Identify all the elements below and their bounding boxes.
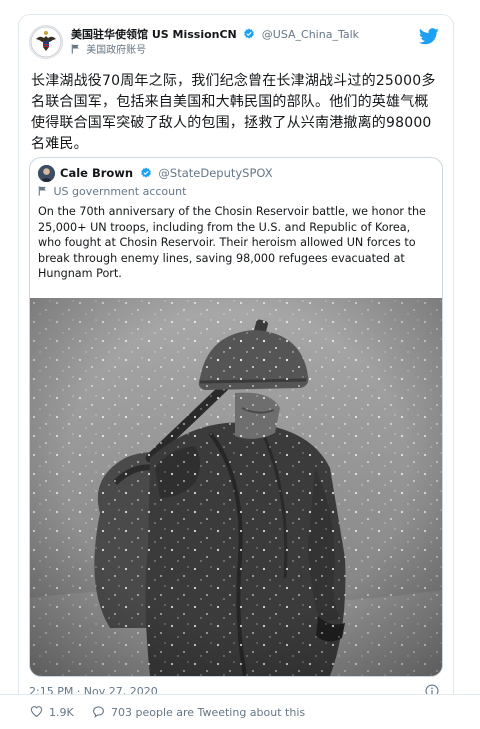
avatar[interactable] [29,25,63,59]
tweet-body: 长津湖战役70周年之际，我们纪念曾在长津湖战斗过的25000多名联合国军，包括来… [31,73,436,152]
like-button[interactable]: 1.9K [30,705,74,720]
quoted-display-name[interactable]: Cale Brown [60,166,133,180]
tweet-card[interactable]: 美国驻华使领馆 US MissionCN @USA_China_Talk 美国政… [18,14,454,714]
government-flag-icon [38,186,46,196]
tweet-header: 美国驻华使领馆 US MissionCN @USA_China_Talk 美国政… [29,25,443,61]
reply-bubble-icon [93,706,104,718]
soldier-in-snow-image [30,298,442,676]
eagle-seal-icon [30,26,62,58]
twitter-bird-icon[interactable] [419,28,439,45]
author-line: 美国驻华使领馆 US MissionCN @USA_China_Talk [71,28,359,42]
quoted-label-text: US government account [53,185,187,198]
handle[interactable]: @USA_China_Talk [262,28,359,41]
verified-badge-icon [244,28,255,39]
tweeting-about-text: 703 people are Tweeting about this [111,706,306,719]
government-label-text: 美国政府账号 [86,45,147,56]
quoted-government-label: US government account [38,185,186,199]
quoted-handle[interactable]: @StateDeputySPOX [158,166,272,180]
government-flag-icon [71,44,79,54]
quoted-body: On the 70th anniversary of the Chosin Re… [38,205,426,281]
verified-badge-icon [140,167,151,178]
soldier-photo[interactable] [30,298,442,676]
like-count: 1.9K [49,706,74,719]
heart-icon [30,706,43,718]
quoted-author-line: Cale Brown @StateDeputySPOX [60,166,273,181]
person-photo-icon [38,165,55,182]
quoted-avatar[interactable] [38,165,55,182]
quoted-tweet[interactable]: Cale Brown @StateDeputySPOX US governmen… [29,157,443,677]
display-name[interactable]: 美国驻华使领馆 US MissionCN [71,28,237,41]
action-bar: 1.9K 703 people are Tweeting about this [0,694,480,729]
government-account-label: 美国政府账号 [71,44,146,57]
tweeting-about-link[interactable]: 703 people are Tweeting about this [92,705,305,720]
